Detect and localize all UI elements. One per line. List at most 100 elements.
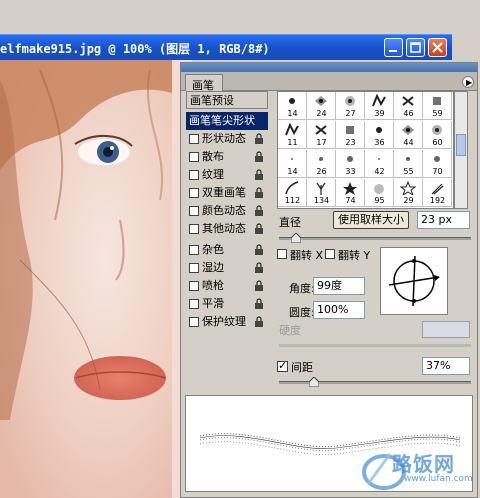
brush-preset-cell[interactable]: 26	[307, 150, 336, 178]
option-checkbox[interactable]	[189, 206, 199, 216]
brush-preset-cell[interactable]: 95	[365, 179, 394, 207]
brush-size-label: 46	[403, 109, 414, 118]
brush-option-item[interactable]: 散布	[186, 148, 268, 166]
brush-angle-widget[interactable]	[380, 247, 448, 315]
lock-icon[interactable]	[254, 169, 264, 181]
brush-option-item[interactable]: 纹理	[186, 166, 268, 184]
brush-tip-shape-item[interactable]: 画笔笔尖形状	[186, 112, 268, 130]
brush-size-label: 14	[287, 109, 298, 118]
brush-options-list: 画笔预设画笔笔尖形状 形状动态 散布纹理双重画笔 颜色动态 其他动态杂色湿边喷枪平滑保护…	[186, 91, 268, 331]
brush-grid-scrollbar[interactable]	[454, 91, 468, 209]
diameter-slider[interactable]	[279, 237, 471, 240]
option-label: 纹理	[202, 168, 224, 181]
angle-input[interactable]: 99度	[313, 277, 365, 295]
option-checkbox[interactable]	[189, 134, 199, 144]
spacing-input[interactable]: 37%	[422, 357, 470, 375]
brush-option-item[interactable]: 杂色	[186, 241, 268, 259]
diameter-label: 直径	[279, 216, 301, 229]
lock-icon[interactable]	[254, 262, 264, 274]
brush-option-item[interactable]: 喷枪	[186, 277, 268, 295]
lock-icon[interactable]	[254, 223, 264, 235]
portrait-image	[0, 60, 190, 498]
use-sample-size-button[interactable]: 使用取样大小	[333, 211, 409, 229]
brush-size-label: 29	[403, 196, 414, 205]
brush-preset-cell[interactable]: 24	[307, 92, 336, 120]
close-button[interactable]	[428, 38, 447, 57]
maximize-button[interactable]	[406, 38, 425, 57]
photo-canvas[interactable]	[0, 60, 190, 498]
brush-preset-cell[interactable]: 14	[278, 92, 307, 120]
brush-preset-cell[interactable]: 192	[423, 179, 452, 207]
brush-option-item[interactable]: 其他动态	[186, 220, 268, 238]
brush-preset-cell[interactable]: 46	[394, 92, 423, 120]
panel-tab-row: 画笔 ▶	[181, 72, 477, 92]
brush-option-item[interactable]: 湿边	[186, 259, 268, 277]
brush-option-item[interactable]: 双重画笔	[186, 184, 268, 202]
brush-preset-cell[interactable]: 70	[423, 150, 452, 178]
lock-icon[interactable]	[254, 298, 264, 310]
minimize-button[interactable]	[384, 38, 403, 57]
brush-preset-cell[interactable]: 112	[278, 179, 307, 207]
tab-brushes[interactable]: 画笔	[185, 74, 223, 92]
brush-option-item[interactable]: 颜色动态	[186, 202, 268, 220]
brush-preset-cell[interactable]: 74	[336, 179, 365, 207]
spacing-slider-thumb[interactable]	[309, 377, 319, 387]
brush-preset-cell[interactable]: 55	[394, 150, 423, 178]
spacing-label: 间距	[291, 361, 313, 374]
panel-menu-button[interactable]: ▶	[462, 76, 474, 88]
brush-size-label: 70	[432, 167, 443, 176]
brush-option-item[interactable]: 平滑	[186, 295, 268, 313]
flip-x-checkbox[interactable]	[277, 249, 287, 259]
brush-preset-cell[interactable]: 29	[394, 179, 423, 207]
option-checkbox[interactable]	[189, 245, 199, 255]
option-checkbox[interactable]	[189, 281, 199, 291]
option-checkbox[interactable]	[189, 263, 199, 273]
brush-size-label: 192	[429, 196, 446, 205]
option-checkbox[interactable]	[189, 188, 199, 198]
spacing-checkbox[interactable]: ✓	[277, 359, 288, 372]
diameter-slider-thumb[interactable]	[291, 233, 301, 243]
close-icon	[432, 42, 443, 53]
roundness-input[interactable]: 100%	[313, 301, 365, 319]
option-checkbox[interactable]	[189, 299, 199, 309]
brush-preset-cell[interactable]: 17	[307, 121, 336, 149]
brush-preset-grid[interactable]: 14 24 27 39 46 59 11 17 23 36 44 60 14 26 33 42 55 70 112 1…	[277, 91, 454, 209]
brush-preset-cell[interactable]: 11	[278, 121, 307, 149]
brush-option-item[interactable]: 保护纹理	[186, 313, 268, 331]
lock-icon[interactable]	[254, 133, 264, 145]
lock-icon[interactable]	[254, 205, 264, 217]
brush-preset-cell[interactable]: 39	[365, 92, 394, 120]
brush-preset-cell[interactable]: 36	[365, 121, 394, 149]
watermark-url: www.lufan.com	[404, 474, 473, 484]
option-label: 湿边	[202, 261, 224, 274]
brush-preset-cell[interactable]: 27	[336, 92, 365, 120]
brush-preset-cell[interactable]: 134	[307, 179, 336, 207]
option-label: 平滑	[202, 297, 224, 310]
brush-preset-cell[interactable]: 14	[278, 150, 307, 178]
brush-size-label: 23	[345, 138, 356, 147]
lock-icon[interactable]	[254, 316, 264, 328]
diameter-input[interactable]: 23 px	[417, 211, 470, 229]
lock-icon[interactable]	[254, 151, 264, 163]
brush-presets-header[interactable]: 画笔预设	[186, 91, 268, 109]
lock-icon[interactable]	[254, 244, 264, 256]
menu-arrow-icon: ▶	[466, 78, 473, 87]
brush-preset-cell[interactable]: 33	[336, 150, 365, 178]
option-checkbox[interactable]	[189, 152, 199, 162]
brush-preset-cell[interactable]: 23	[336, 121, 365, 149]
option-checkbox[interactable]	[189, 170, 199, 180]
spacing-slider[interactable]	[279, 381, 471, 384]
flip-y-checkbox[interactable]	[325, 249, 335, 259]
document-titlebar[interactable]: elfmake915.jpg @ 100% (图层 1, RGB/8#)	[0, 34, 452, 60]
panel-titlebar[interactable]	[181, 63, 477, 72]
option-checkbox[interactable]	[189, 317, 199, 327]
brush-preset-cell[interactable]: 42	[365, 150, 394, 178]
lock-icon[interactable]	[254, 187, 264, 199]
brush-preset-cell[interactable]: 59	[423, 92, 452, 120]
brush-option-item[interactable]: 形状动态	[186, 130, 268, 148]
option-checkbox[interactable]	[189, 224, 199, 234]
lock-icon[interactable]	[254, 280, 264, 292]
scrollbar-thumb[interactable]	[456, 134, 466, 156]
brush-preset-cell[interactable]: 44	[394, 121, 423, 149]
brush-preset-cell[interactable]: 60	[423, 121, 452, 149]
